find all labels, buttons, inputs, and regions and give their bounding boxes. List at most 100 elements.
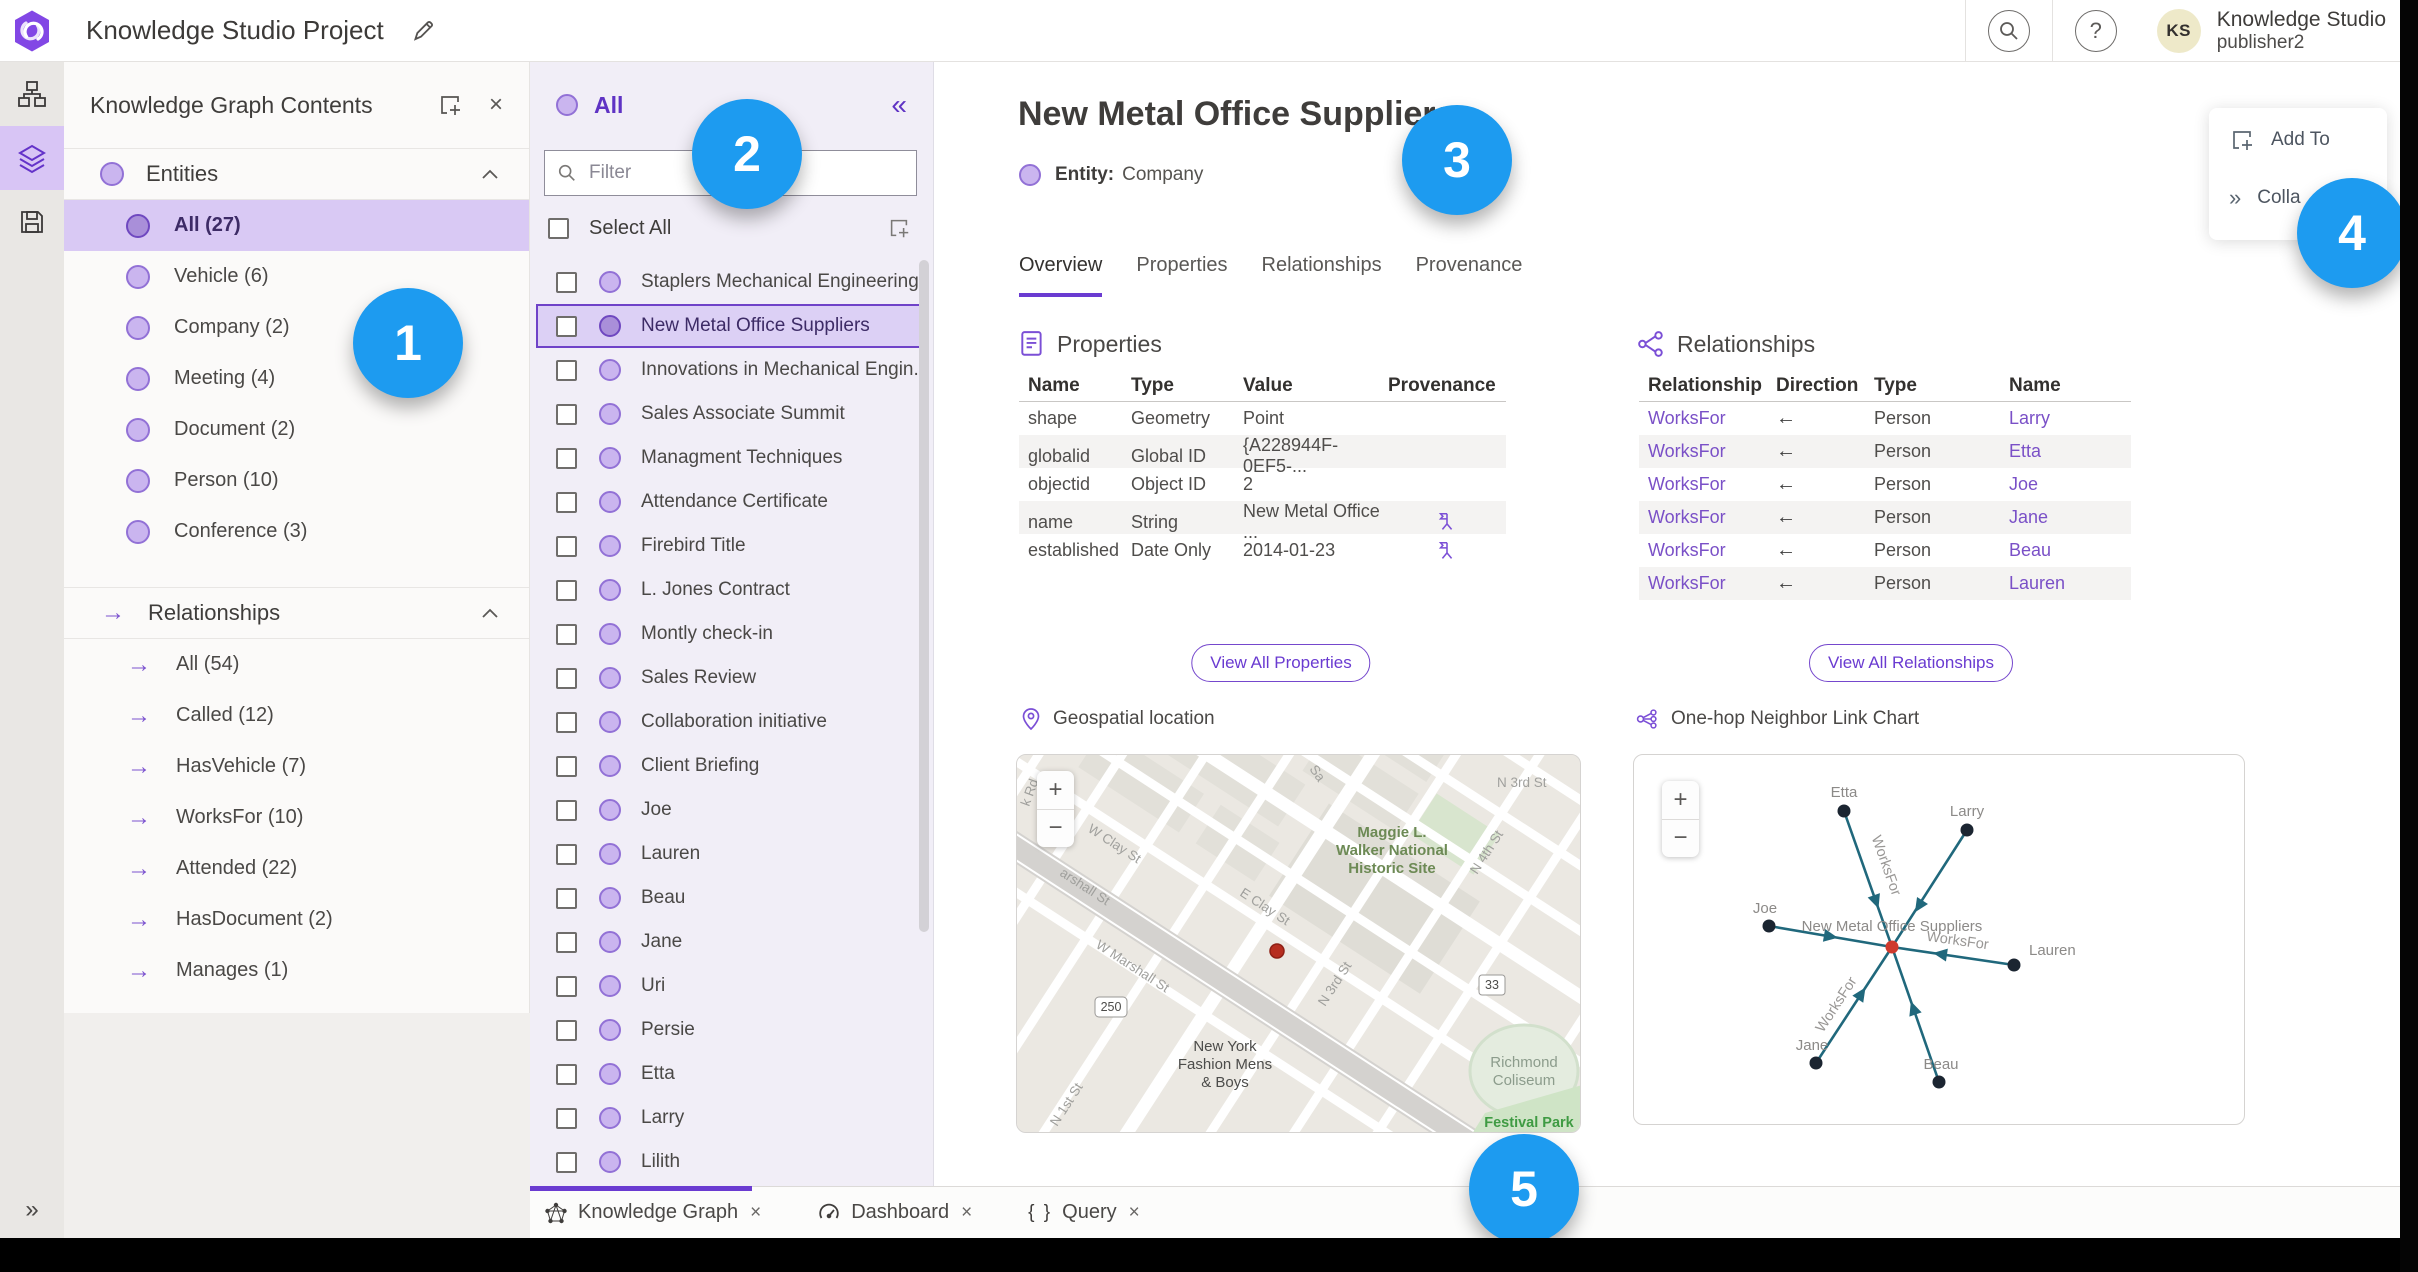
zoom-in-button[interactable]: + bbox=[1037, 771, 1074, 810]
entity-link[interactable]: Jane bbox=[2009, 507, 2131, 528]
list-item[interactable]: Lauren bbox=[536, 832, 923, 876]
list-item[interactable]: Joe bbox=[536, 788, 923, 832]
tab-provenance[interactable]: Provenance bbox=[1416, 254, 1523, 297]
tab-overview[interactable]: Overview bbox=[1019, 254, 1103, 297]
add-to-new-icon[interactable] bbox=[887, 216, 911, 240]
edit-title-button[interactable] bbox=[410, 18, 436, 44]
entity-link[interactable]: Lauren bbox=[2009, 573, 2131, 594]
node-center[interactable] bbox=[1885, 940, 1899, 954]
item-checkbox[interactable] bbox=[556, 755, 577, 777]
list-item[interactable]: Client Briefing bbox=[536, 744, 923, 788]
list-item[interactable]: Beau bbox=[536, 876, 923, 920]
close-tab-icon[interactable]: × bbox=[750, 1202, 761, 1224]
one-hop-link-chart[interactable]: WorksFor WorksFor WorksFor Etta Larry Jo… bbox=[1633, 754, 2245, 1125]
list-item[interactable]: Montly check-in bbox=[536, 612, 923, 656]
relationship-type-item-hasdocument[interactable]: → HasDocument (2) bbox=[64, 894, 529, 945]
zoom-out-button[interactable]: − bbox=[1662, 820, 1699, 858]
item-checkbox[interactable] bbox=[556, 711, 577, 733]
item-checkbox[interactable] bbox=[556, 359, 577, 381]
relationship-link[interactable]: WorksFor bbox=[1639, 507, 1776, 528]
node-lauren[interactable] bbox=[2007, 958, 2021, 972]
relationship-link[interactable]: WorksFor bbox=[1639, 573, 1776, 594]
item-checkbox[interactable] bbox=[556, 271, 577, 293]
item-checkbox[interactable] bbox=[556, 447, 577, 469]
relationship-type-item-manages[interactable]: → Manages (1) bbox=[64, 945, 529, 996]
list-item[interactable]: Uri bbox=[536, 964, 923, 1008]
list-item[interactable]: Sales Associate Summit bbox=[536, 392, 923, 436]
close-panel-button[interactable]: × bbox=[489, 91, 503, 119]
list-item[interactable]: Firebird Title bbox=[536, 524, 923, 568]
tab-relationships[interactable]: Relationships bbox=[1262, 254, 1382, 297]
item-checkbox[interactable] bbox=[556, 315, 577, 337]
group-relationships[interactable]: → Relationships bbox=[64, 587, 529, 639]
relationship-type-item-hasvehicle[interactable]: → HasVehicle (7) bbox=[64, 741, 529, 792]
list-item-selected[interactable]: New Metal Office Suppliers bbox=[536, 304, 923, 348]
item-checkbox[interactable] bbox=[556, 799, 577, 821]
relationship-link[interactable]: WorksFor bbox=[1639, 474, 1776, 495]
group-entities[interactable]: Entities bbox=[64, 148, 529, 200]
scrollbar-thumb[interactable] bbox=[919, 260, 929, 932]
list-item[interactable]: Attendance Certificate bbox=[536, 480, 923, 524]
tab-query[interactable]: { } Query × bbox=[1028, 1201, 1140, 1224]
view-all-relationships-button[interactable]: View All Relationships bbox=[1809, 644, 2013, 682]
zoom-in-button[interactable]: + bbox=[1662, 781, 1699, 820]
entity-type-item-document[interactable]: Document (2) bbox=[64, 404, 529, 455]
item-checkbox[interactable] bbox=[556, 887, 577, 909]
add-to-map-button[interactable] bbox=[437, 92, 463, 118]
list-item[interactable]: Collaboration initiative bbox=[536, 700, 923, 744]
item-checkbox[interactable] bbox=[556, 931, 577, 953]
item-checkbox[interactable] bbox=[556, 843, 577, 865]
item-checkbox[interactable] bbox=[556, 1107, 577, 1129]
item-checkbox[interactable] bbox=[556, 1151, 577, 1173]
select-all-checkbox[interactable] bbox=[548, 217, 569, 239]
relationship-link[interactable]: WorksFor bbox=[1639, 540, 1776, 561]
geospatial-map[interactable]: W Clay St E Clay St arshall St W Marshal… bbox=[1016, 754, 1581, 1133]
user-info[interactable]: Knowledge Studio publisher2 bbox=[2217, 8, 2386, 53]
close-tab-icon[interactable]: × bbox=[1129, 1202, 1140, 1224]
list-item[interactable]: Managment Techniques bbox=[536, 436, 923, 480]
node-etta[interactable] bbox=[1837, 804, 1851, 818]
provenance-flag-icon[interactable] bbox=[1436, 510, 1458, 534]
avatar[interactable]: KS bbox=[2156, 8, 2201, 53]
item-checkbox[interactable] bbox=[556, 403, 577, 425]
relationship-type-item-attended[interactable]: → Attended (22) bbox=[64, 843, 529, 894]
entity-link[interactable]: Beau bbox=[2009, 540, 2131, 561]
node-larry[interactable] bbox=[1960, 823, 1974, 837]
list-item[interactable]: Staplers Mechanical Engineering bbox=[536, 260, 923, 304]
tab-properties[interactable]: Properties bbox=[1136, 254, 1227, 297]
tab-dashboard[interactable]: Dashboard × bbox=[817, 1201, 972, 1225]
rail-item-data-model[interactable] bbox=[0, 62, 64, 126]
search-button[interactable] bbox=[1987, 9, 2030, 52]
item-checkbox[interactable] bbox=[556, 623, 577, 645]
node-joe[interactable] bbox=[1762, 919, 1776, 933]
relationship-type-item-called[interactable]: → Called (12) bbox=[64, 690, 529, 741]
relationship-type-item-all[interactable]: → All (54) bbox=[64, 639, 529, 690]
list-item[interactable]: Lilith bbox=[536, 1140, 923, 1184]
list-item[interactable]: Jane bbox=[536, 920, 923, 964]
list-item[interactable]: Etta bbox=[536, 1052, 923, 1096]
entity-type-item-all[interactable]: All (27) bbox=[64, 200, 529, 251]
help-button[interactable]: ? bbox=[2074, 9, 2117, 52]
zoom-out-button[interactable]: − bbox=[1037, 810, 1074, 848]
provenance-flag-icon[interactable] bbox=[1436, 539, 1458, 563]
entity-type-item-person[interactable]: Person (10) bbox=[64, 455, 529, 506]
entity-link[interactable]: Joe bbox=[2009, 474, 2131, 495]
rail-item-save[interactable] bbox=[0, 190, 64, 254]
list-item[interactable]: Innovations in Mechanical Engin... bbox=[536, 348, 929, 392]
item-checkbox[interactable] bbox=[556, 535, 577, 557]
list-item[interactable]: Persie bbox=[536, 1008, 923, 1052]
relationship-type-item-worksfor[interactable]: → WorksFor (10) bbox=[64, 792, 529, 843]
item-checkbox[interactable] bbox=[556, 491, 577, 513]
close-tab-icon[interactable]: × bbox=[961, 1202, 972, 1224]
relationship-link[interactable]: WorksFor bbox=[1639, 408, 1776, 429]
rail-expand-button[interactable]: » bbox=[0, 1196, 64, 1224]
node-beau[interactable] bbox=[1932, 1075, 1946, 1089]
entity-type-item-vehicle[interactable]: Vehicle (6) bbox=[64, 251, 529, 302]
add-to-button[interactable]: Add To bbox=[2209, 114, 2387, 166]
entity-type-item-conference[interactable]: Conference (3) bbox=[64, 506, 529, 557]
entity-link[interactable]: Etta bbox=[2009, 441, 2131, 462]
relationship-link[interactable]: WorksFor bbox=[1639, 441, 1776, 462]
app-logo[interactable] bbox=[0, 0, 64, 62]
item-checkbox[interactable] bbox=[556, 667, 577, 689]
rail-item-layers[interactable] bbox=[0, 126, 64, 190]
